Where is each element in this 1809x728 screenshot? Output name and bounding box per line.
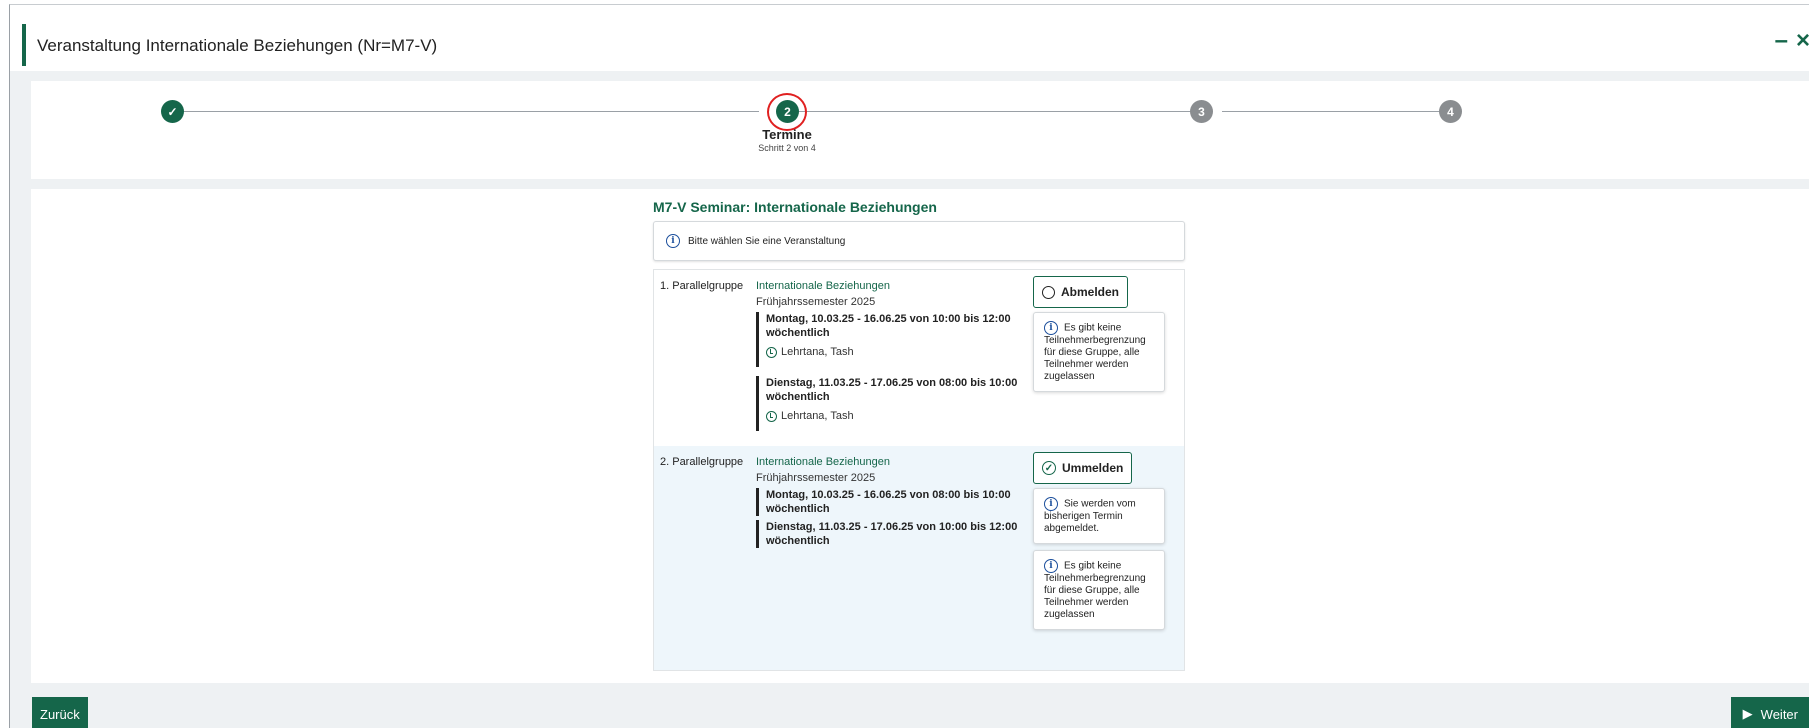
chevron-right-icon: ▶ bbox=[1742, 706, 1753, 721]
step-2-label: Termine bbox=[762, 127, 812, 142]
group-label: 1. Parallelgruppe bbox=[660, 280, 744, 292]
term-frequency: wöchentlich bbox=[766, 391, 830, 403]
back-button[interactable]: Zurück bbox=[32, 697, 88, 728]
info-icon: i bbox=[1044, 497, 1058, 511]
term-room-text: Lehrtana, Tash bbox=[781, 346, 854, 358]
term-block: Montag, 10.03.25 - 16.06.25 von 08:00 bi… bbox=[756, 488, 1011, 516]
section-title: M7-V Seminar: Internationale Beziehungen bbox=[653, 199, 937, 215]
info-note-text: Es gibt keine Teilnehmerbegrenzung für d… bbox=[1044, 322, 1146, 382]
group-label: 2. Parallelgruppe bbox=[660, 456, 744, 468]
term-frequency: wöchentlich bbox=[766, 535, 830, 547]
next-button[interactable]: ▶ Weiter bbox=[1730, 697, 1809, 728]
step-1-check-icon[interactable]: ✓ bbox=[161, 100, 184, 123]
info-icon: i bbox=[1044, 321, 1058, 335]
title-actions: – × bbox=[1775, 29, 1809, 53]
dialog: Veranstaltung Internationale Beziehungen… bbox=[9, 4, 1809, 728]
footer-bar: Zurück ▶ Weiter bbox=[31, 693, 1809, 728]
group-list: 1. Parallelgruppe Internationale Beziehu… bbox=[653, 269, 1185, 671]
parallel-group-1: 1. Parallelgruppe Internationale Beziehu… bbox=[654, 270, 1184, 446]
clock-icon bbox=[766, 410, 777, 422]
term-frequency: wöchentlich bbox=[766, 327, 830, 339]
ummelden-button-label: Ummelden bbox=[1062, 461, 1124, 475]
content-panel: M7-V Seminar: Internationale Beziehungen… bbox=[31, 189, 1809, 683]
info-note: i Sie werden vom bisherigen Termin abgeme… bbox=[1033, 488, 1165, 544]
term-room-text: Lehrtana, Tash bbox=[781, 410, 854, 422]
group-semester: Frühjahrssemester 2025 bbox=[756, 472, 876, 484]
parallel-group-2: 2. Parallelgruppe Internationale Beziehu… bbox=[654, 446, 1184, 670]
clock-icon bbox=[766, 346, 777, 358]
info-icon: i bbox=[666, 234, 680, 248]
dialog-title: Veranstaltung Internationale Beziehungen… bbox=[37, 36, 438, 55]
group-course-name[interactable]: Internationale Beziehungen bbox=[756, 280, 890, 292]
stepper: ✓ 2 Termine Schritt 2 von 4 3 4 bbox=[31, 81, 1809, 179]
check-circle-icon: ✓ bbox=[1042, 461, 1056, 475]
term-date: Dienstag, 11.03.25 - 17.06.25 von 08:00 … bbox=[766, 377, 1018, 389]
minimize-icon[interactable]: – bbox=[1775, 29, 1788, 53]
step-2-sublabel: Schritt 2 von 4 bbox=[758, 143, 816, 153]
abmelden-button-label: Abmelden bbox=[1061, 285, 1120, 299]
close-icon[interactable]: × bbox=[1796, 29, 1809, 53]
term-date: Montag, 10.03.25 - 16.06.25 von 10:00 bi… bbox=[766, 313, 1011, 325]
ummelden-button[interactable]: ✓ Ummelden bbox=[1033, 452, 1133, 484]
title-accent-bar bbox=[22, 24, 26, 66]
abmelden-button[interactable]: Abmelden bbox=[1033, 276, 1129, 308]
info-note-text: Es gibt keine Teilnehmerbegrenzung für d… bbox=[1044, 560, 1146, 620]
term-room: Lehrtana, Tash bbox=[766, 410, 1017, 422]
info-icon: i bbox=[1044, 559, 1058, 573]
term-room: Lehrtana, Tash bbox=[766, 346, 1011, 358]
group-course-name[interactable]: Internationale Beziehungen bbox=[756, 456, 890, 468]
dialog-titlebar: Veranstaltung Internationale Beziehungen… bbox=[10, 5, 1809, 71]
step-connector bbox=[799, 111, 1201, 112]
info-text: Bitte wählen Sie eine Veranstaltung bbox=[688, 235, 846, 247]
info-note: i Es gibt keine Teilnehmerbegrenzung für … bbox=[1033, 550, 1165, 630]
step-connector bbox=[1222, 111, 1450, 112]
radio-icon bbox=[1042, 285, 1055, 299]
step-2-active[interactable]: 2 bbox=[776, 100, 799, 123]
term-block: Montag, 10.03.25 - 16.06.25 von 10:00 bi… bbox=[756, 312, 1011, 367]
term-date: Dienstag, 11.03.25 - 17.06.25 von 10:00 … bbox=[766, 521, 1018, 533]
term-block: Dienstag, 11.03.25 - 17.06.25 von 10:00 … bbox=[756, 520, 1017, 548]
step-4: 4 bbox=[1439, 100, 1462, 123]
group-semester: Frühjahrssemester 2025 bbox=[756, 296, 876, 308]
step-3: 3 bbox=[1190, 100, 1213, 123]
term-block: Dienstag, 11.03.25 - 17.06.25 von 08:00 … bbox=[756, 376, 1017, 431]
term-frequency: wöchentlich bbox=[766, 503, 830, 515]
term-date: Montag, 10.03.25 - 16.06.25 von 08:00 bi… bbox=[766, 489, 1011, 501]
info-box: i Bitte wählen Sie eine Veranstaltung bbox=[653, 221, 1185, 261]
step-connector bbox=[173, 111, 759, 112]
info-note: i Es gibt keine Teilnehmerbegrenzung für … bbox=[1033, 312, 1165, 392]
next-button-label: Weiter bbox=[1760, 706, 1798, 722]
